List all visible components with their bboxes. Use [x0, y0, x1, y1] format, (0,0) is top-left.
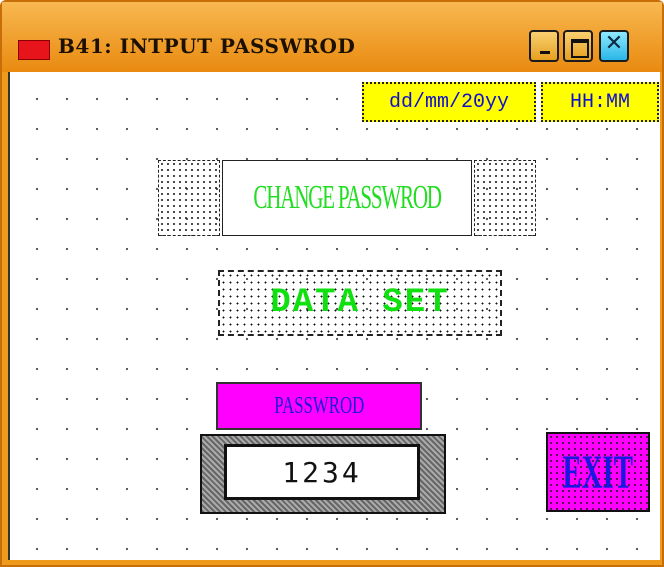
- data-set-button[interactable]: DATA SET: [218, 270, 502, 336]
- window-title: B41: INTPUT PASSWROD: [58, 34, 356, 58]
- change-password-label: CHANGE PASSWROD: [222, 160, 472, 236]
- app-icon: [18, 40, 50, 60]
- password-input[interactable]: 1234: [224, 444, 420, 500]
- close-icon: ✕: [604, 31, 624, 56]
- screen-canvas: dd/mm/20yy HH:MM CHANGE PASSWROD DATA SE…: [8, 72, 660, 560]
- exit-label: EXIT: [562, 445, 634, 499]
- password-input-frame[interactable]: 1234: [200, 434, 446, 514]
- minimize-icon: [540, 51, 550, 54]
- title-bar[interactable]: B41: INTPUT PASSWROD ✕: [2, 2, 662, 72]
- maximize-icon: [571, 39, 589, 58]
- minimize-button[interactable]: [529, 30, 559, 62]
- change-password-button[interactable]: CHANGE PASSWROD: [158, 160, 536, 236]
- change-password-left-pad: [158, 160, 220, 236]
- exit-button[interactable]: EXIT: [546, 432, 650, 512]
- change-password-right-pad: [474, 160, 536, 236]
- close-button[interactable]: ✕: [599, 30, 629, 62]
- time-display: HH:MM: [541, 82, 659, 122]
- maximize-button[interactable]: [563, 30, 593, 62]
- date-display: dd/mm/20yy: [362, 82, 536, 122]
- password-label: PASSWROD: [216, 382, 422, 430]
- main-window: B41: INTPUT PASSWROD ✕ dd/mm/20yy HH:MM …: [0, 0, 664, 567]
